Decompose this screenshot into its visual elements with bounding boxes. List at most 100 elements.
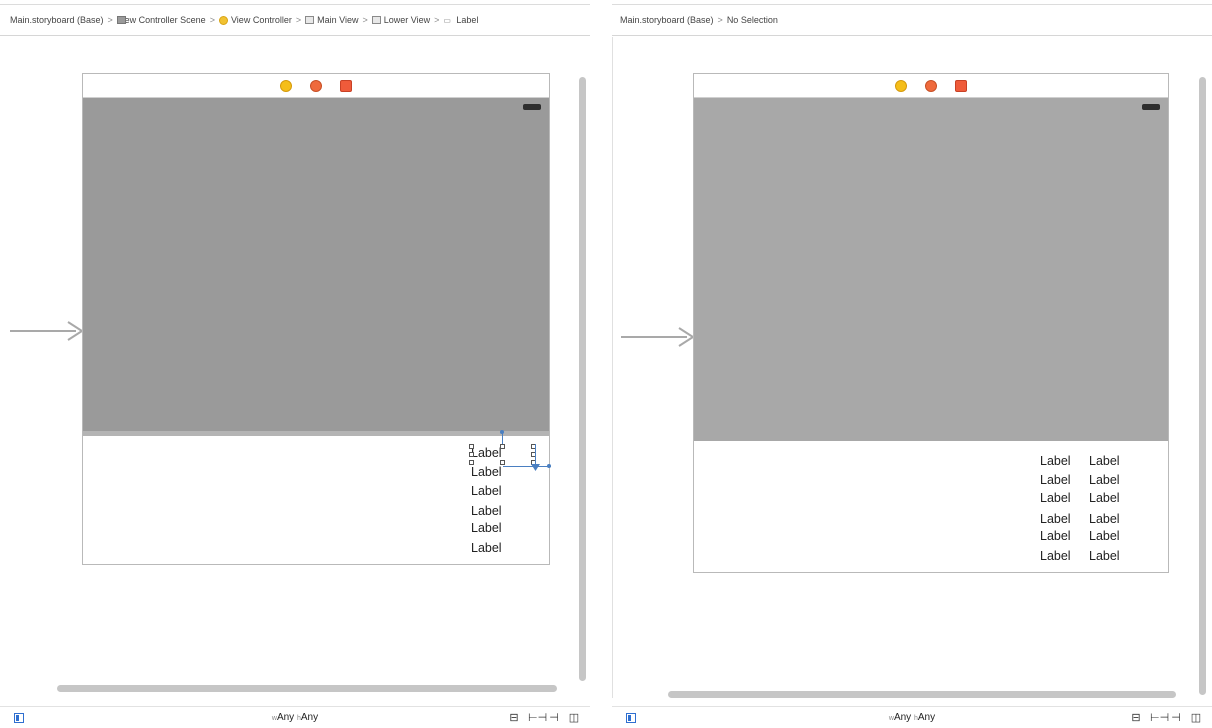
chevron-right-icon: > (295, 15, 302, 25)
view-controller-icon[interactable] (280, 79, 292, 92)
auto-layout-tools: ⊟ ⊢⊣ ⊣ ◫ (1130, 711, 1202, 724)
exit-icon[interactable] (955, 79, 967, 92)
pin-icon[interactable]: ⊢⊣ (528, 711, 547, 724)
trailing-constraint[interactable] (503, 466, 551, 467)
label[interactable]: Label (1040, 529, 1071, 543)
label[interactable]: Label (471, 521, 502, 535)
lower-view[interactable]: Label Label Label Label Label Label (83, 430, 551, 564)
label[interactable]: Label (1040, 454, 1071, 468)
view-controller-icon (218, 15, 228, 25)
auto-layout-tools: ⊟ ⊢⊣ ⊣ ◫ (508, 711, 580, 724)
label[interactable]: Label (471, 465, 502, 479)
label[interactable]: Label (1040, 473, 1071, 487)
constraint-end-icon (500, 430, 504, 434)
jump-bar: Main.storyboard (Base) > View Controller… (0, 4, 590, 36)
breadcrumb-lower-view[interactable]: Lower View (371, 15, 431, 25)
width-class: Any (276, 712, 295, 723)
vertical-scrollbar[interactable] (579, 77, 586, 681)
label[interactable]: Label (1089, 512, 1120, 526)
label[interactable]: Label (1089, 529, 1120, 543)
align-icon[interactable]: ⊟ (1130, 711, 1142, 724)
label[interactable]: Label (1089, 473, 1120, 487)
vertical-scrollbar[interactable] (1199, 77, 1206, 695)
resize-icon[interactable]: ◫ (568, 711, 580, 724)
scene-dock (83, 74, 549, 98)
chevron-right-icon: > (107, 15, 113, 25)
breadcrumb-label: Lower View (383, 15, 431, 25)
label[interactable]: Label (471, 484, 502, 498)
battery-icon (1142, 104, 1160, 110)
label[interactable]: Label (471, 541, 502, 555)
document-outline-icon[interactable] (14, 713, 24, 723)
canvas-bottom-bar: wAny hAny ⊟ ⊢⊣ ⊣ ◫ (612, 706, 1212, 728)
canvas-bottom-bar: wAny hAny ⊟ ⊢⊣ ⊣ ◫ (0, 706, 590, 728)
label-icon: ▭ (443, 15, 451, 25)
constraint-end-icon (547, 464, 551, 468)
document-outline-icon[interactable] (626, 713, 636, 723)
label[interactable]: Label (471, 446, 502, 460)
height-class: Any (300, 712, 319, 723)
horizontal-scrollbar[interactable] (668, 691, 1176, 698)
label[interactable]: Label (1040, 491, 1071, 505)
label[interactable]: Label (471, 504, 502, 518)
width-class: Any (893, 712, 912, 723)
first-responder-icon[interactable] (310, 79, 322, 92)
label[interactable]: Label (1040, 549, 1071, 563)
breadcrumb-label: View Controller Scene (116, 15, 206, 25)
pin-icon[interactable]: ⊢⊣ (1150, 711, 1169, 724)
exit-icon[interactable] (340, 79, 352, 92)
initial-vc-arrow-icon (621, 326, 695, 348)
battery-icon (523, 104, 541, 110)
resize-handle[interactable] (469, 444, 474, 449)
resize-icon[interactable]: ◫ (1190, 711, 1202, 724)
breadcrumb-storyboard[interactable]: Main.storyboard (Base) (620, 15, 714, 25)
size-class-button[interactable]: wAny hAny (889, 712, 935, 723)
breadcrumb-label: View Controller (230, 15, 292, 25)
breadcrumb-scene[interactable]: View Controller Scene (116, 15, 206, 25)
jump-bar: Main.storyboard (Base) > No Selection (612, 4, 1212, 36)
breadcrumb-label: No Selection (726, 15, 778, 25)
chevron-right-icon: > (434, 15, 440, 25)
horizontal-scrollbar[interactable] (57, 685, 557, 692)
breadcrumb-label-item[interactable]: ▭ Label (443, 15, 478, 25)
label[interactable]: Label (1089, 454, 1120, 468)
upper-view[interactable] (694, 98, 1168, 441)
resize-handle[interactable] (469, 452, 474, 457)
view-controller-scene[interactable]: Label Label Label Label Label Label (82, 73, 551, 565)
initial-vc-arrow-icon (10, 320, 84, 342)
left-editor-panel: Main.storyboard (Base) > View Controller… (0, 0, 590, 728)
view-icon (305, 16, 315, 24)
resize-handle[interactable] (500, 460, 505, 465)
storyboard-canvas[interactable]: Label Label Label Label Label Label (0, 37, 590, 698)
view-controller-scene[interactable]: Label Label Label Label Label Label Labe… (693, 73, 1169, 573)
view-icon (371, 16, 381, 24)
breadcrumb-label: Label (456, 15, 479, 25)
breadcrumb-main-view[interactable]: Main View (305, 15, 358, 25)
constraint-arrow-icon (531, 464, 540, 471)
resolve-icon[interactable]: ⊣ (548, 711, 560, 724)
height-class: Any (917, 712, 936, 723)
label[interactable]: Label (1040, 512, 1071, 526)
spacing-constraint[interactable] (535, 444, 536, 466)
first-responder-icon[interactable] (925, 79, 937, 92)
storyboard-canvas[interactable]: Label Label Label Label Label Label Labe… (612, 37, 1212, 698)
right-editor-panel: Main.storyboard (Base) > No Selection La… (612, 0, 1212, 728)
breadcrumb-storyboard[interactable]: Main.storyboard (Base) (10, 15, 104, 25)
align-icon[interactable]: ⊟ (508, 711, 520, 724)
breadcrumb-selection[interactable]: No Selection (727, 15, 778, 25)
breadcrumb-label: Main.storyboard (Base) (620, 15, 714, 25)
label[interactable]: Label (1089, 549, 1120, 563)
label[interactable]: Label (1089, 491, 1120, 505)
upper-view[interactable] (83, 98, 549, 436)
breadcrumb-view-controller[interactable]: View Controller (218, 15, 292, 25)
scene-dock (694, 74, 1168, 98)
resolve-icon[interactable]: ⊣ (1170, 711, 1182, 724)
resize-handle[interactable] (469, 460, 474, 465)
size-class-button[interactable]: wAny hAny (272, 712, 318, 723)
breadcrumb-label: Main View (317, 15, 359, 25)
chevron-right-icon: > (209, 15, 215, 25)
view-controller-icon[interactable] (895, 79, 907, 92)
chevron-right-icon: > (717, 15, 723, 25)
resize-handle[interactable] (500, 444, 505, 449)
lower-view[interactable]: Label Label Label Label Label Label Labe… (694, 441, 1168, 572)
